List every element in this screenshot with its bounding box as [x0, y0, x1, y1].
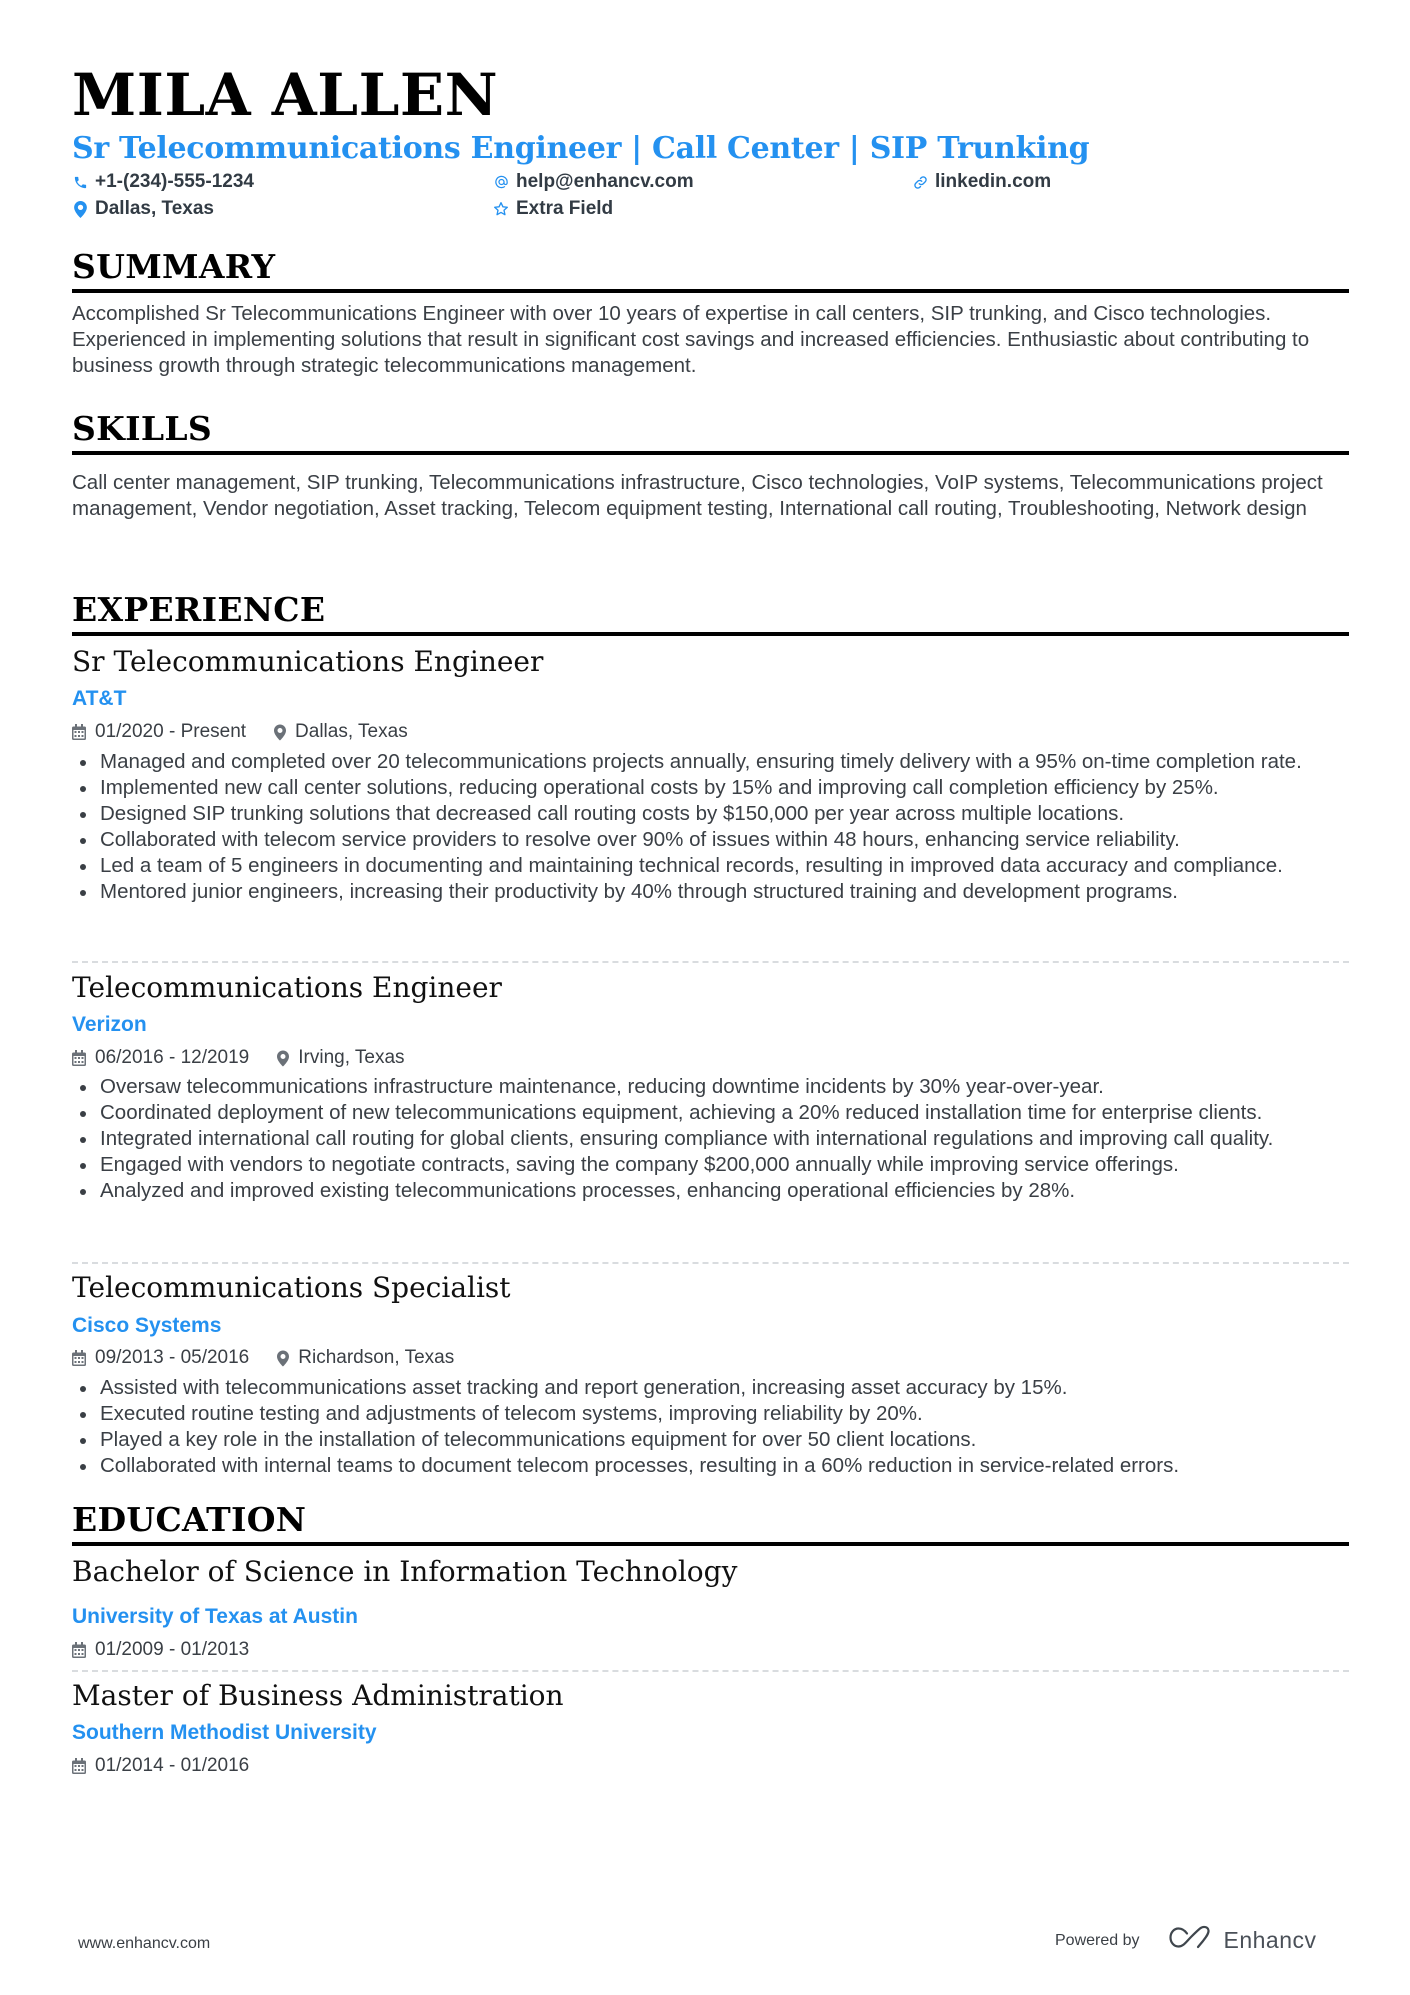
summary-heading: SUMMARY: [72, 247, 276, 286]
extra-field-text: Extra Field: [516, 198, 614, 219]
location-text: Dallas, Texas: [95, 198, 215, 219]
skills-text: Call center management, SIP trunking, Te…: [72, 471, 1323, 520]
bullet-item: Oversaw telecommunications infrastructur…: [72, 1074, 1349, 1100]
contact-linkedin[interactable]: linkedin.com: [912, 170, 1051, 194]
item-separator: [72, 961, 1349, 963]
calendar-icon: [72, 724, 86, 740]
map-pin-icon: [277, 1050, 290, 1067]
bullet-item: Mentored junior engineers, increasing th…: [72, 879, 1349, 905]
job-meta: 06/2016 - 12/2019 Irving, Texas: [72, 1046, 405, 1070]
experience-divider: [72, 632, 1349, 636]
education-dates: 01/2014 - 01/2016: [95, 1755, 250, 1776]
phone-icon: [72, 173, 88, 191]
star-icon: [493, 200, 509, 218]
school-name: Southern Methodist University: [72, 1721, 377, 1744]
item-separator: [72, 1262, 1349, 1264]
education-meta: 01/2014 - 01/2016: [72, 1754, 249, 1778]
email-text: help@enhancv.com: [516, 171, 694, 192]
education-divider: [72, 1542, 1349, 1546]
education-dates: 01/2009 - 01/2013: [95, 1639, 250, 1660]
job-meta: 01/2020 - Present Dallas, Texas: [72, 720, 408, 744]
job-title: Sr Telecommunications Engineer: [72, 645, 544, 678]
degree-title: Master of Business Administration: [72, 1679, 564, 1712]
linkedin-text: linkedin.com: [935, 171, 1052, 192]
summary-divider: [72, 289, 1349, 293]
bullet-item: Designed SIP trunking solutions that dec…: [72, 801, 1349, 827]
brand-name: Enhancv: [1223, 1927, 1317, 1953]
contact-email[interactable]: help@enhancv.com: [493, 170, 694, 194]
enhancv-logo-icon: [1168, 1925, 1214, 1956]
job-dates: 09/2013 - 05/2016: [95, 1347, 250, 1368]
education-heading: EDUCATION: [72, 1500, 307, 1539]
contact-phone[interactable]: +1-(234)-555-1234: [72, 170, 254, 194]
at-icon: [493, 173, 509, 191]
education-meta: 01/2009 - 01/2013: [72, 1638, 249, 1662]
bullet-item: Engaged with vendors to negotiate contra…: [72, 1152, 1349, 1178]
bullet-item: Assisted with telecommunications asset t…: [72, 1375, 1349, 1401]
bullet-item: Played a key role in the installation of…: [72, 1427, 1349, 1453]
candidate-name: MILA ALLEN: [72, 61, 499, 129]
link-icon: [912, 173, 928, 191]
job-meta: 09/2013 - 05/2016 Richardson, Texas: [72, 1346, 454, 1370]
calendar-icon: [72, 1350, 86, 1366]
summary-text: Accomplished Sr Telecommunications Engin…: [72, 302, 1310, 377]
job-location: Richardson, Texas: [298, 1347, 455, 1368]
contact-location: Dallas, Texas: [72, 197, 214, 221]
bullet-item: Integrated international call routing fo…: [72, 1126, 1349, 1152]
item-separator: [72, 1670, 1349, 1672]
bullet-item: Collaborated with telecom service provid…: [72, 827, 1349, 853]
job-title: Telecommunications Engineer: [72, 971, 502, 1004]
bullet-item: Executed routine testing and adjustments…: [72, 1401, 1349, 1427]
map-pin-icon: [72, 200, 88, 218]
powered-by-text: Powered by: [1055, 1931, 1140, 1949]
phone-text: +1-(234)-555-1234: [95, 171, 254, 192]
job-dates: 01/2020 - Present: [95, 721, 247, 742]
map-pin-icon: [274, 724, 287, 741]
footer-branding[interactable]: Powered by Enhancv: [1055, 1925, 1317, 1956]
bullet-item: Led a team of 5 engineers in documenting…: [72, 853, 1349, 879]
experience-heading: EXPERIENCE: [72, 590, 326, 629]
bullet-item: Collaborated with internal teams to docu…: [72, 1453, 1349, 1479]
bullet-item: Coordinated deployment of new telecommun…: [72, 1100, 1349, 1126]
company-name: Cisco Systems: [72, 1314, 222, 1337]
bullet-item: Implemented new call center solutions, r…: [72, 775, 1349, 801]
school-name: University of Texas at Austin: [72, 1605, 358, 1628]
job-bullets: Managed and completed over 20 telecommun…: [72, 749, 1349, 905]
job-location: Irving, Texas: [298, 1047, 405, 1068]
bullet-item: Managed and completed over 20 telecommun…: [72, 749, 1349, 775]
footer-website-link[interactable]: www.enhancv.com: [78, 1935, 210, 1953]
calendar-icon: [72, 1050, 86, 1066]
job-dates: 06/2016 - 12/2019: [95, 1047, 250, 1068]
degree-title: Bachelor of Science in Information Techn…: [72, 1555, 738, 1588]
calendar-icon: [72, 1758, 86, 1774]
skills-divider: [72, 451, 1349, 455]
map-pin-icon: [277, 1350, 290, 1367]
bullet-item: Analyzed and improved existing telecommu…: [72, 1178, 1349, 1204]
candidate-headline: Sr Telecommunications Engineer | Call Ce…: [72, 131, 1090, 166]
company-name: Verizon: [72, 1013, 147, 1036]
company-name: AT&T: [72, 687, 127, 710]
job-location: Dallas, Texas: [295, 721, 408, 742]
contact-extra: Extra Field: [493, 197, 613, 221]
calendar-icon: [72, 1642, 86, 1658]
job-bullets: Oversaw telecommunications infrastructur…: [72, 1074, 1349, 1204]
job-bullets: Assisted with telecommunications asset t…: [72, 1375, 1349, 1479]
job-title: Telecommunications Specialist: [72, 1271, 511, 1304]
skills-heading: SKILLS: [72, 409, 212, 448]
